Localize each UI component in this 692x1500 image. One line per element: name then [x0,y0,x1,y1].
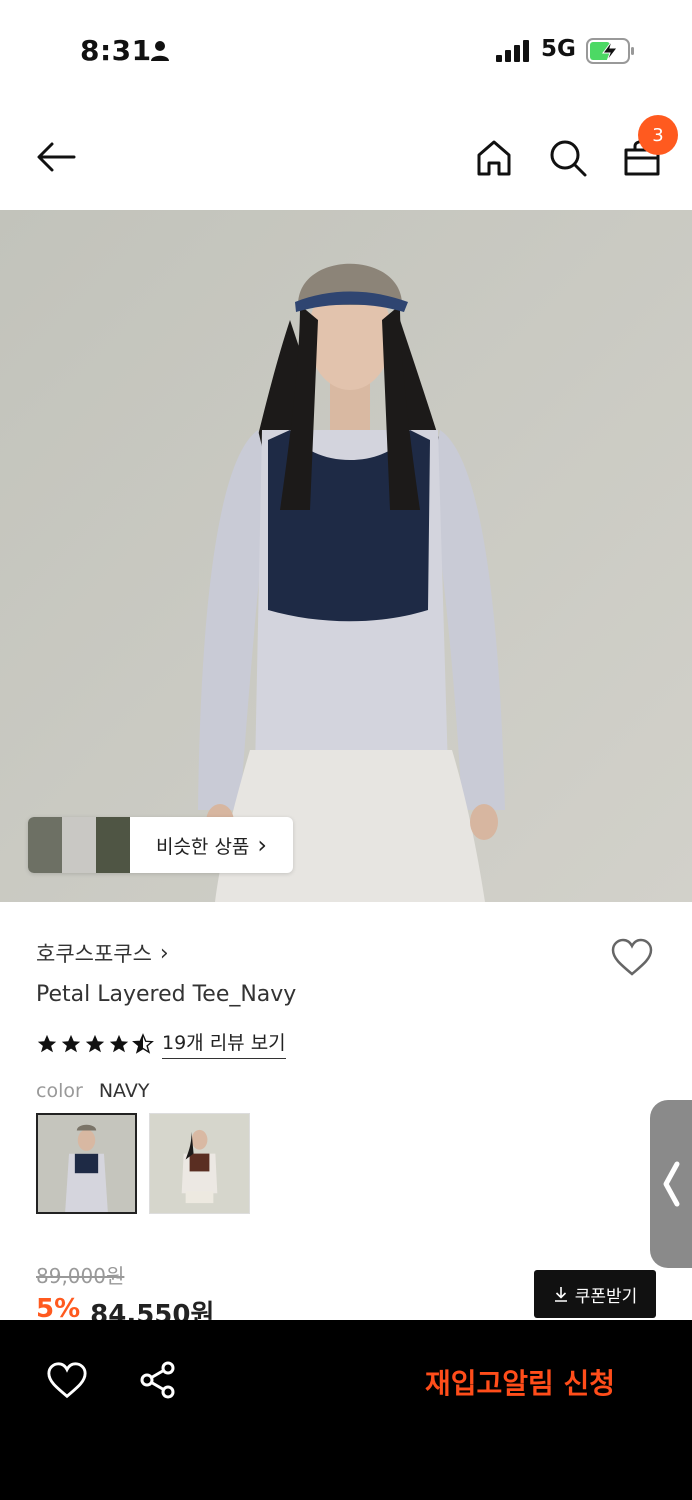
similar-thumbnails [28,817,130,873]
cart-count-badge: 3 [638,115,678,155]
coupon-download-button[interactable]: 쿠폰받기 [534,1270,656,1318]
similar-products-text: 비슷한 상품 [155,835,250,858]
back-arrow-icon[interactable] [34,135,78,179]
chevron-left-icon [663,1161,680,1207]
heart-icon[interactable] [610,936,654,980]
star-icon [61,1034,81,1052]
chevron-right-icon: › [257,831,268,859]
similar-products-button[interactable]: 비슷한 상품 › [28,817,293,873]
home-icon[interactable] [472,136,516,180]
heart-icon[interactable] [46,1360,88,1402]
share-icon[interactable] [138,1360,178,1400]
product-hero-image[interactable] [0,210,692,902]
person-icon [151,41,169,61]
chevron-right-icon: › [159,940,169,966]
rating-row: 19개 리뷰 보기 [36,1028,286,1059]
side-drawer-handle[interactable] [650,1100,692,1268]
color-swatches [36,1113,250,1214]
star-icon [85,1034,105,1052]
signal-icon [496,40,529,62]
download-icon [554,1287,567,1302]
color-key-label: color [36,1080,83,1102]
battery-charging-icon [586,38,634,64]
product-title: Petal Layered Tee_Navy [36,982,297,1007]
half-star-icon [132,1032,154,1054]
model-photo [0,210,692,902]
original-price: 89,000원 [36,1264,125,1288]
color-value: NAVY [98,1080,150,1102]
star-icon [109,1034,129,1052]
swatch-navy-image [38,1115,135,1212]
brand-link[interactable]: 호쿠스포쿠스 › [36,938,169,968]
similar-products-label: 비슷한 상품 › [130,817,293,873]
brand-name: 호쿠스포쿠스 [36,942,152,966]
top-navigation [0,100,692,210]
restock-alert-button[interactable]: 재입고알림 신청 [400,1362,640,1402]
coupon-label: 쿠폰받기 [574,1286,638,1307]
color-option-row: color NAVY [36,1080,149,1102]
rating-stars [36,1032,154,1055]
star-icon [37,1034,57,1052]
review-link[interactable]: 19개 리뷰 보기 [162,1028,286,1059]
swatch-brown-image [150,1114,249,1213]
color-swatch-brown[interactable] [149,1113,250,1214]
status-bar: 8:31 5G [0,0,692,100]
status-time: 8:31 [80,34,152,67]
color-swatch-navy[interactable] [36,1113,137,1214]
bottom-action-bar: 재입고알림 신청 [0,1320,692,1500]
network-label: 5G [541,36,576,62]
search-icon[interactable] [546,136,590,180]
